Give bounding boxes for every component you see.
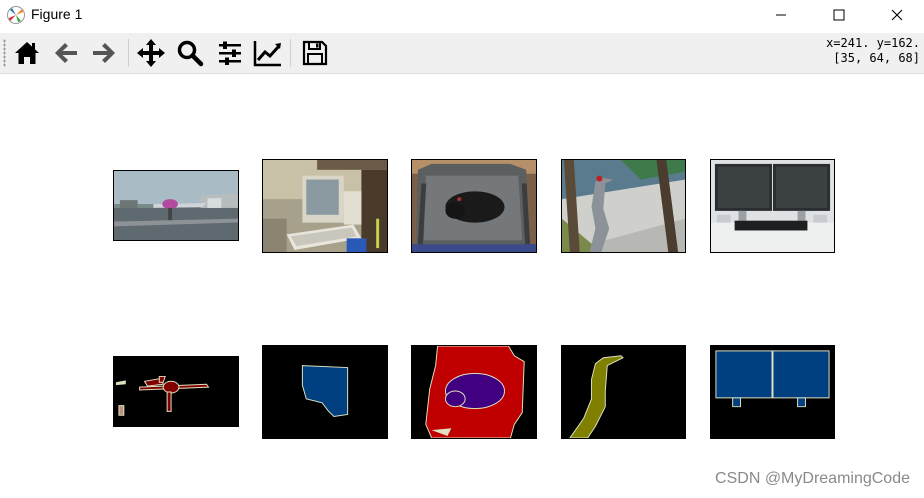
coords-pixel-value: [35, 64, 68] (833, 51, 920, 65)
arrow-left-icon (55, 43, 77, 63)
image-airplane (113, 170, 239, 241)
navigation-toolbar: x=241. y=162. [35, 64, 68] (0, 33, 924, 74)
image-computer (262, 159, 388, 253)
image-crane-bird (561, 159, 686, 253)
label-two-monitors (710, 345, 835, 439)
cursor-coordinates: x=241. y=162. [35, 64, 68] (826, 36, 920, 66)
figure-canvas[interactable] (0, 74, 924, 498)
window-title: Figure 1 (31, 6, 83, 22)
watermark: CSDN @MyDreamingCode (715, 470, 910, 487)
toolbar-grip[interactable] (3, 39, 6, 67)
arrow-right-icon (93, 43, 115, 63)
close-icon (891, 9, 903, 21)
forward-button[interactable] (87, 37, 121, 69)
back-button[interactable] (49, 37, 83, 69)
title-bar: Figure 1 (0, 0, 924, 30)
toolbar-separator (290, 39, 291, 67)
maximize-button[interactable] (816, 0, 862, 30)
zoom-button[interactable] (173, 37, 207, 69)
minimize-icon (776, 14, 786, 16)
close-button[interactable] (874, 0, 920, 30)
home-button[interactable] (10, 37, 44, 69)
label-chair-dog (411, 345, 537, 439)
toolbar-separator (128, 39, 129, 67)
coords-position: x=241. y=162. (826, 36, 920, 50)
move-icon (137, 39, 165, 67)
save-button[interactable] (298, 37, 332, 69)
home-icon (15, 42, 39, 64)
label-monitor (262, 345, 388, 439)
minimize-button[interactable] (758, 0, 804, 30)
edit-axes-button[interactable] (251, 37, 285, 69)
sliders-icon (219, 41, 241, 65)
label-airplane (113, 356, 239, 427)
label-crane-bird (561, 345, 686, 439)
magnifier-icon (177, 40, 204, 67)
image-dog-on-chair (411, 159, 537, 253)
maximize-icon (833, 9, 845, 21)
floppy-disk-icon (302, 40, 328, 66)
pan-button[interactable] (134, 37, 168, 69)
image-two-monitors (710, 159, 835, 253)
matplotlib-logo-icon (6, 5, 26, 25)
configure-subplots-button[interactable] (213, 37, 247, 69)
chart-line-icon (253, 41, 281, 67)
